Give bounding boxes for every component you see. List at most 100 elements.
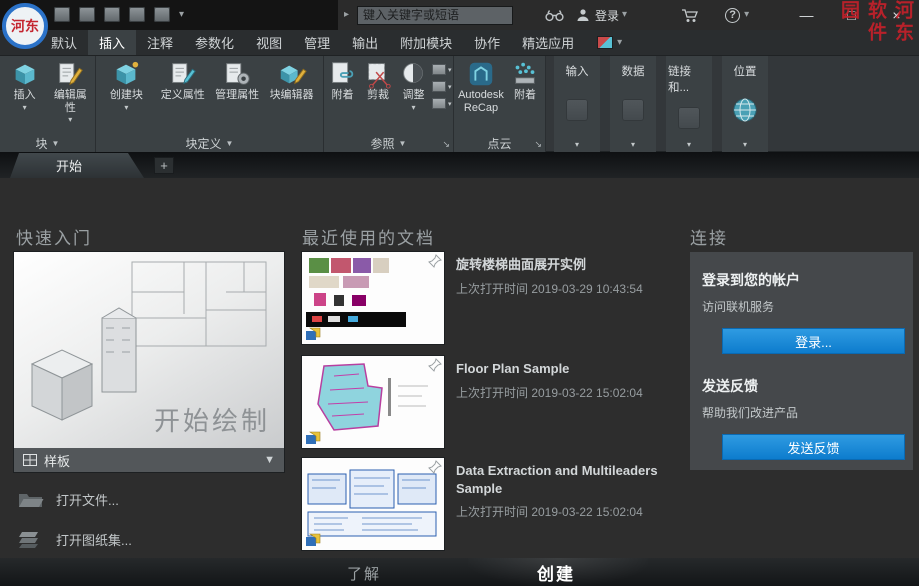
open-files-link[interactable]: 打开文件... bbox=[18, 490, 119, 509]
recent-doc-row[interactable]: Floor Plan Sample 上次打开时间 2019-03-22 15:0… bbox=[302, 356, 671, 448]
undo-icon[interactable] bbox=[154, 7, 170, 22]
file-tab-start[interactable]: 开始 bbox=[10, 153, 144, 178]
login-dropdown-icon[interactable]: ▾ bbox=[622, 10, 627, 20]
block-editor-button[interactable]: 块编辑器 bbox=[266, 59, 318, 102]
pin-icon[interactable] bbox=[428, 460, 442, 474]
search-caret-icon[interactable]: ▸ bbox=[344, 10, 349, 20]
manage-attributes-button[interactable]: 管理属性 bbox=[214, 59, 260, 102]
point-cloud-attach-button[interactable]: 附着 bbox=[508, 59, 542, 102]
qat-dropdown-icon[interactable]: ▾ bbox=[179, 10, 184, 20]
insert-block-button[interactable]: 插入 ▾ bbox=[4, 59, 46, 112]
collapsed-panel-location[interactable]: 位置 ▾ bbox=[722, 56, 768, 152]
open-file-icon[interactable] bbox=[79, 7, 95, 22]
frame-button[interactable]: ▾ bbox=[432, 81, 452, 92]
print-icon[interactable] bbox=[129, 7, 145, 22]
footer-tab-learn[interactable]: 了解 bbox=[347, 563, 381, 584]
manage-attribute-icon bbox=[222, 59, 252, 89]
save-icon[interactable] bbox=[104, 7, 120, 22]
app-store-cart-icon[interactable] bbox=[681, 8, 699, 23]
sign-in-button[interactable]: 登录... bbox=[722, 328, 905, 354]
start-drawing-label: 开始绘制 bbox=[154, 401, 270, 438]
tile-label: 位置 bbox=[734, 63, 757, 79]
send-feedback-button[interactable]: 发送反馈 bbox=[722, 434, 905, 460]
watermark-text: 河东软件园 bbox=[835, 0, 916, 64]
attach-button[interactable]: 附着 bbox=[325, 59, 359, 102]
panel-title-block-definition[interactable]: 块定义 ▼ bbox=[96, 135, 323, 152]
snap-icon bbox=[432, 98, 446, 109]
ribbon: 插入 ▾ 编辑属性 ▾ 块 ▼ bbox=[0, 56, 919, 152]
help-dropdown-icon[interactable]: ▾ bbox=[744, 10, 749, 20]
ribbon-tab-annotate[interactable]: 注释 bbox=[136, 30, 184, 55]
clip-button[interactable]: 剪裁 bbox=[361, 59, 395, 102]
pin-icon[interactable] bbox=[428, 358, 442, 372]
dialog-launcher-icon[interactable]: ↘ bbox=[534, 139, 542, 150]
recap-button[interactable]: Autodesk ReCap bbox=[457, 59, 505, 114]
recent-doc-row[interactable]: Data Extraction and Multileaders Sample … bbox=[302, 458, 671, 550]
panel-title-reference[interactable]: 参照 ▼ bbox=[324, 135, 453, 152]
ribbon-tab-output[interactable]: 输出 bbox=[341, 30, 389, 55]
chevron-down-icon: ▾ bbox=[411, 103, 415, 112]
doc-thumbnail[interactable] bbox=[302, 458, 444, 550]
autodesk-recap-icon bbox=[466, 59, 496, 89]
search-binoculars-icon[interactable] bbox=[545, 9, 564, 22]
snap-button[interactable]: ▾ bbox=[432, 98, 452, 109]
new-drawing-tab-button[interactable]: + bbox=[154, 157, 174, 174]
sheet-set-icon bbox=[18, 531, 44, 548]
minimize-button[interactable]: — bbox=[784, 0, 829, 30]
chevron-down-icon: ▾ bbox=[575, 140, 579, 149]
create-block-button[interactable]: 创建块 ▾ bbox=[101, 59, 151, 112]
quick-access-toolbar: ▾ bbox=[54, 7, 184, 22]
button-label: 定义属性 bbox=[161, 89, 205, 102]
edit-attribute-icon bbox=[55, 59, 85, 89]
button-label: 附着 bbox=[331, 89, 353, 102]
button-label: 编辑属性 bbox=[49, 89, 91, 114]
doc-thumbnail[interactable] bbox=[302, 252, 444, 344]
doc-title[interactable]: Data Extraction and Multileaders Sample bbox=[456, 462, 671, 497]
ribbon-tab-addins[interactable]: 附加模块 bbox=[389, 30, 463, 55]
ribbon-tab-manage[interactable]: 管理 bbox=[293, 30, 341, 55]
dialog-launcher-icon[interactable]: ↘ bbox=[442, 139, 450, 150]
dwg-file-icon bbox=[305, 431, 321, 445]
create-block-icon bbox=[111, 59, 141, 89]
footer-tab-create[interactable]: 创建 bbox=[537, 560, 575, 585]
open-sheet-set-link[interactable]: 打开图纸集... bbox=[18, 530, 132, 549]
chevron-down-icon: ▾ bbox=[68, 115, 72, 124]
chevron-down-icon: ▾ bbox=[124, 103, 128, 112]
search-input[interactable] bbox=[357, 6, 513, 25]
panel-title-point-cloud[interactable]: 点云 bbox=[454, 135, 545, 152]
doc-title[interactable]: 旋转楼梯曲面展开实例 bbox=[456, 256, 671, 274]
chevron-down-icon: ▾ bbox=[448, 100, 452, 108]
templates-dropdown[interactable]: 样板 ▼ bbox=[14, 448, 284, 472]
doc-title[interactable]: Floor Plan Sample bbox=[456, 360, 671, 378]
edit-attributes-button[interactable]: 编辑属性 ▾ bbox=[49, 59, 91, 124]
new-file-icon[interactable] bbox=[54, 7, 70, 22]
panel-title-block[interactable]: 块 ▼ bbox=[0, 135, 95, 152]
ribbon-tab-parametric[interactable]: 参数化 bbox=[184, 30, 245, 55]
button-label: 调整 bbox=[402, 89, 424, 102]
adjust-button[interactable]: 调整 ▾ bbox=[396, 59, 430, 112]
pin-icon[interactable] bbox=[428, 254, 442, 268]
collapsed-panel-linking[interactable]: 链接和... ▾ bbox=[666, 56, 712, 152]
start-page-footer bbox=[0, 558, 919, 586]
login-button[interactable]: 登录 bbox=[595, 7, 619, 24]
ribbon-tab-featured-apps[interactable]: 精选应用 bbox=[511, 30, 585, 55]
ribbon-options-button[interactable]: ▾ bbox=[591, 30, 628, 55]
ribbon-tab-default[interactable]: 默认 bbox=[40, 30, 88, 55]
ribbon-tab-view[interactable]: 视图 bbox=[245, 30, 293, 55]
doc-thumbnail[interactable] bbox=[302, 356, 444, 448]
connect-panel: 登录到您的帐户 访问联机服务 登录... 发送反馈 帮助我们改进产品 发送反馈 bbox=[690, 252, 913, 470]
import-icon bbox=[566, 99, 588, 121]
help-icon[interactable]: ? bbox=[725, 8, 740, 23]
define-attributes-button[interactable]: 定义属性 bbox=[157, 59, 209, 102]
start-drawing-card[interactable]: 开始绘制 样板 ▼ bbox=[14, 252, 284, 472]
ribbon-tab-collaborate[interactable]: 协作 bbox=[463, 30, 511, 55]
attach-icon bbox=[327, 59, 357, 89]
collapsed-panel-data[interactable]: 数据 ▾ bbox=[610, 56, 656, 152]
panel-title-label: 参照 bbox=[371, 135, 395, 152]
recent-doc-row[interactable]: 旋转楼梯曲面展开实例 上次打开时间 2019-03-29 10:43:54 bbox=[302, 252, 671, 344]
underlay-layers-button[interactable]: ▾ bbox=[432, 64, 452, 75]
ribbon-tab-insert[interactable]: 插入 bbox=[88, 30, 136, 55]
button-label: 块编辑器 bbox=[270, 89, 314, 102]
chevron-down-icon: ▾ bbox=[631, 140, 635, 149]
collapsed-panel-import[interactable]: 输入 ▾ bbox=[554, 56, 600, 152]
